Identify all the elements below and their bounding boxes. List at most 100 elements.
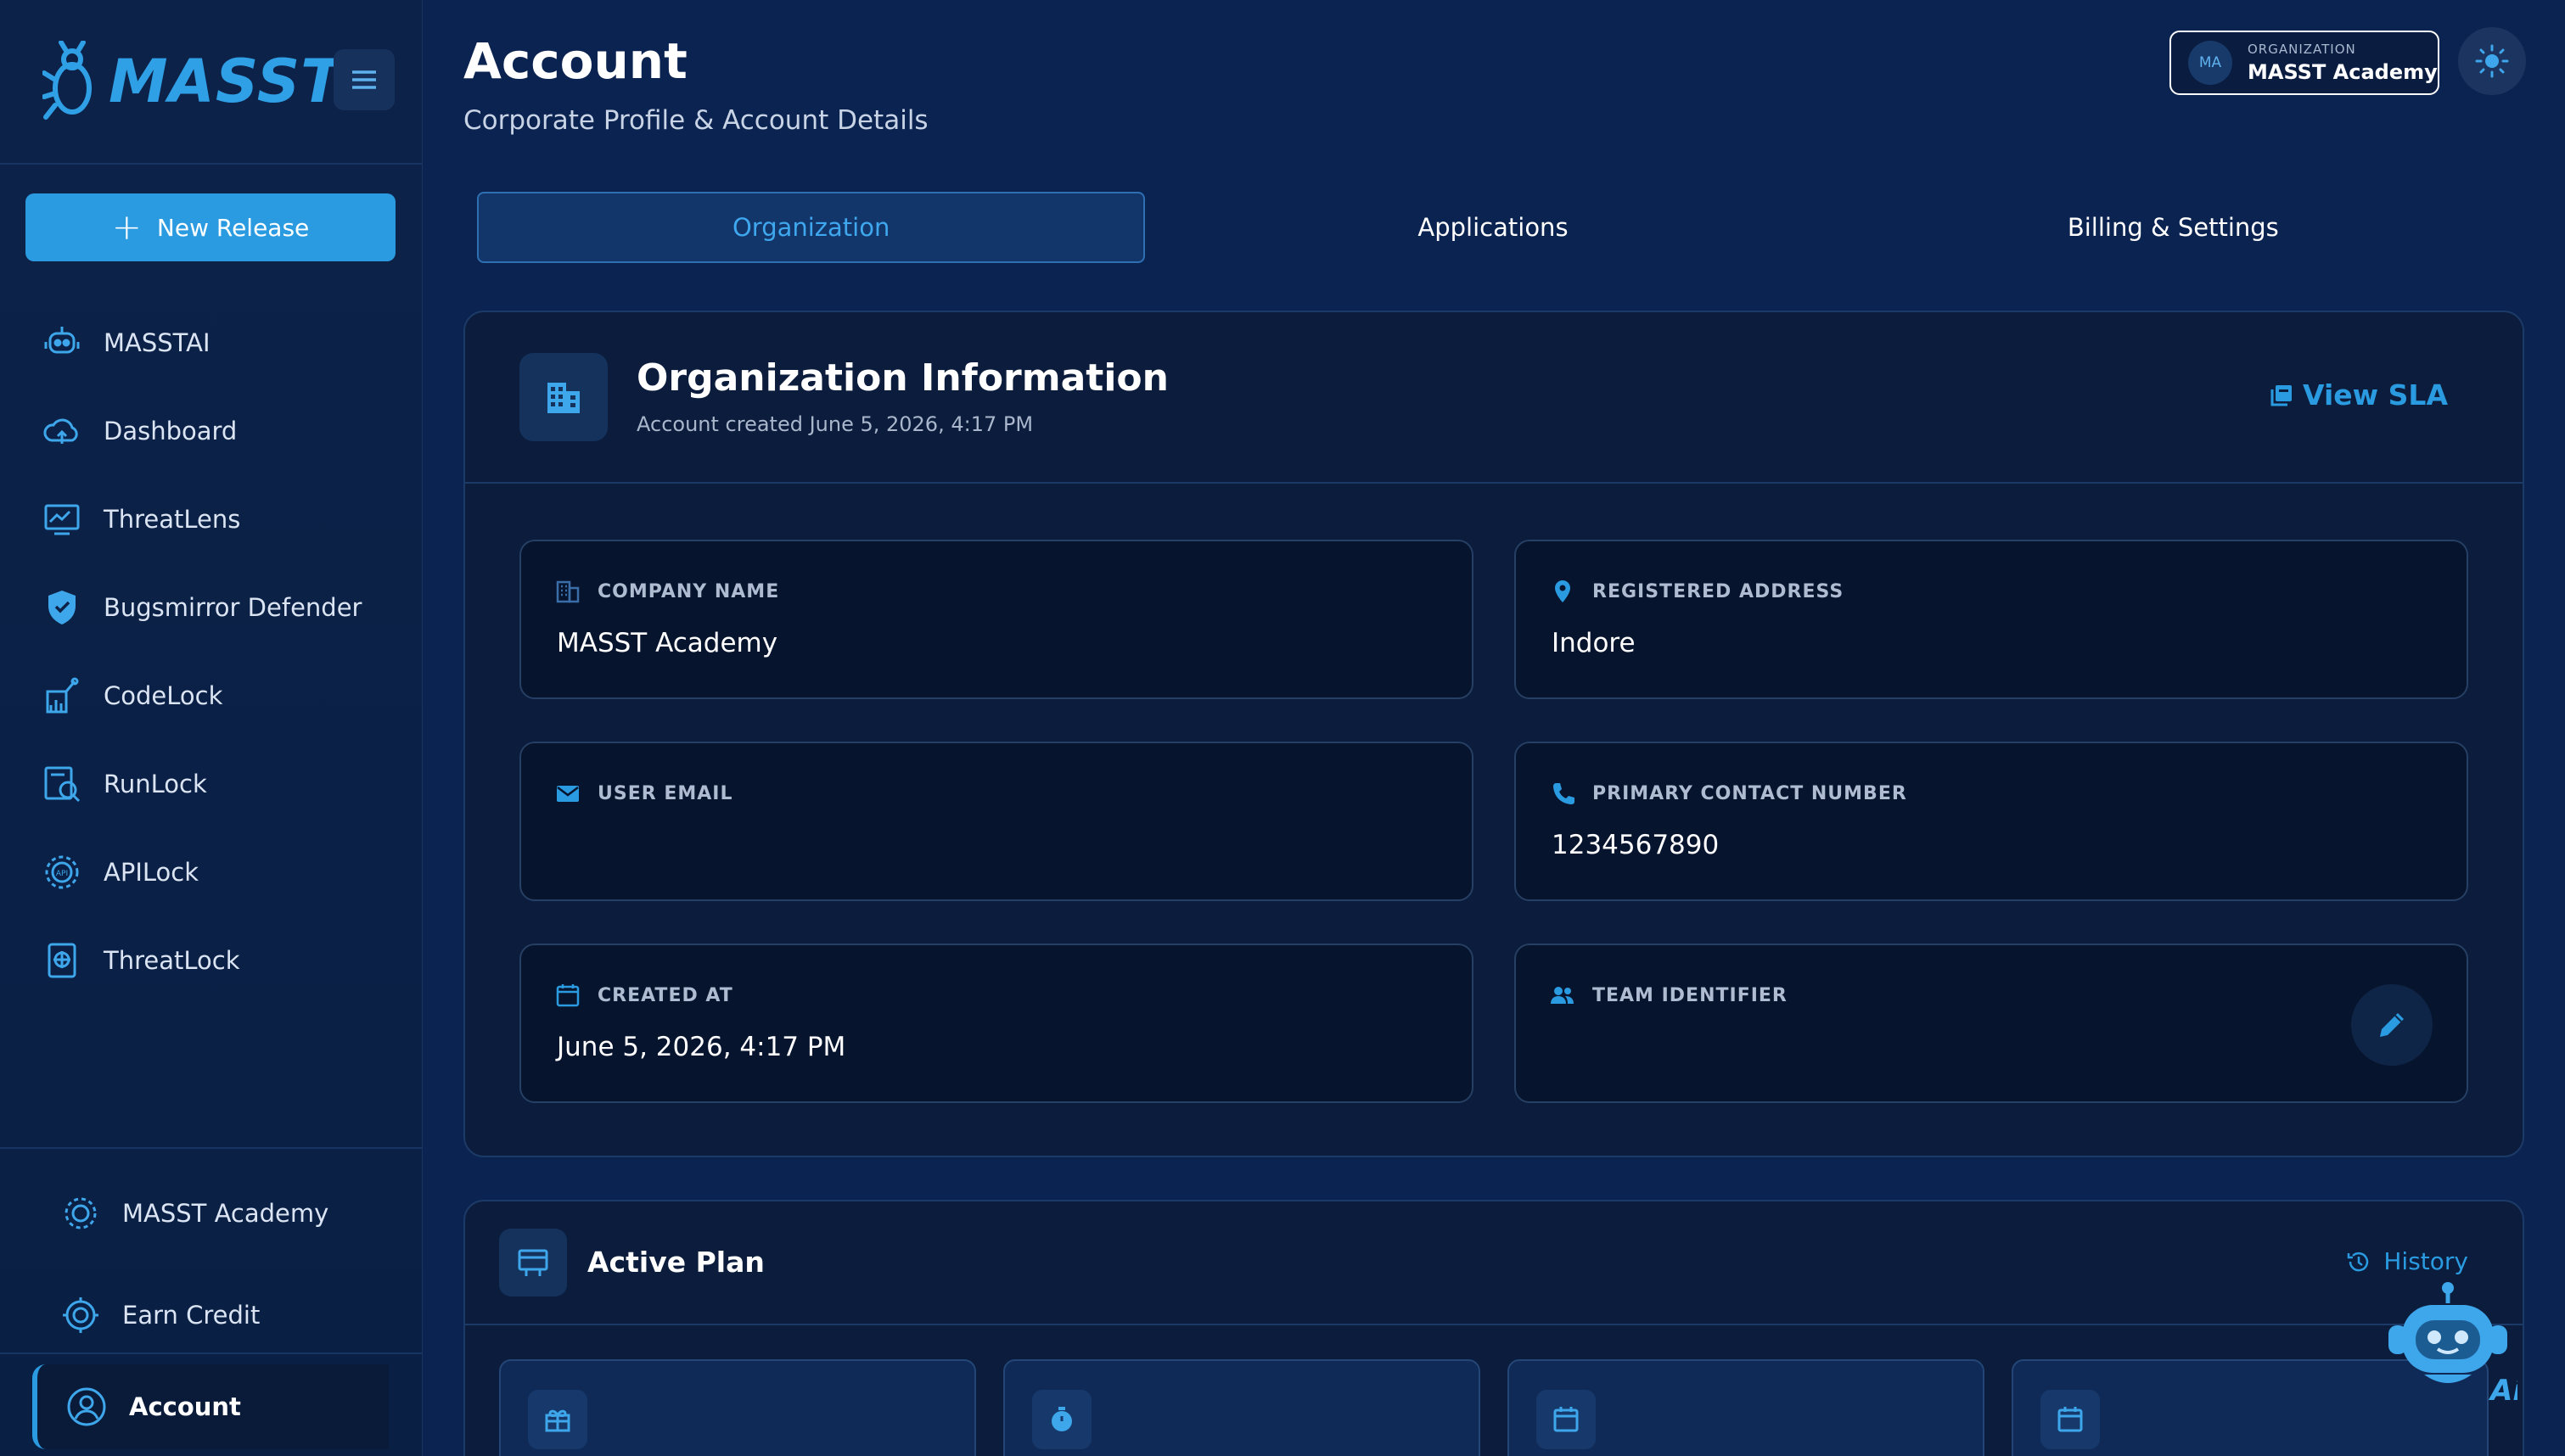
- organization-info-card: Organization Information Account created…: [463, 311, 2524, 1157]
- account-created-text: Account created June 5, 2026, 4:17 PM: [637, 412, 1034, 436]
- edit-team-identifier-button[interactable]: [2351, 984, 2433, 1066]
- plan-tile: [1507, 1359, 1984, 1456]
- page-title: Account: [463, 32, 688, 90]
- new-release-button[interactable]: + New Release: [25, 193, 396, 261]
- plan-title: Active Plan: [587, 1246, 765, 1279]
- company-name-field: COMPANY NAME MASST Academy: [519, 540, 1473, 699]
- location-pin-icon: [1555, 580, 1570, 602]
- field-label: COMPANY NAME: [598, 580, 780, 602]
- tab-applications[interactable]: Applications: [1160, 192, 1825, 263]
- credit-coin-icon: [63, 1297, 98, 1333]
- academy-gear-icon: [65, 1197, 97, 1229]
- sidebar-item-label: CodeLock: [104, 681, 223, 710]
- page-subtitle: Corporate Profile & Account Details: [463, 105, 929, 136]
- ai-assistant-button[interactable]: Ai: [2382, 1281, 2523, 1408]
- card-title: Organization Information: [637, 356, 1169, 400]
- calendar-icon: [556, 984, 580, 1007]
- building-icon: [519, 353, 608, 441]
- mail-icon: [557, 786, 579, 802]
- sidebar-item-label: ThreatLens: [104, 505, 241, 534]
- sidebar-item-masstai[interactable]: MASSTAI: [0, 299, 423, 387]
- plus-icon: +: [111, 206, 142, 248]
- building-icon: [556, 580, 580, 603]
- hamburger-icon: [352, 70, 376, 89]
- sidebar-item-label: Bugsmirror Defender: [104, 593, 362, 622]
- sidebar-item-earn-credit[interactable]: Earn Credit: [0, 1271, 423, 1359]
- field-value: June 5, 2026, 4:17 PM: [557, 1032, 846, 1062]
- sidebar-nav: MASSTAI Dashboard ThreatLens Bugsmirror …: [0, 299, 423, 1005]
- tab-organization[interactable]: Organization: [477, 192, 1146, 263]
- organization-selector[interactable]: MA ORGANIZATION MASST Academy: [2169, 31, 2439, 95]
- sidebar-item-apilock[interactable]: API APILock: [0, 828, 423, 916]
- sun-icon: [2475, 44, 2509, 78]
- history-icon: [2348, 1252, 2369, 1271]
- svg-text:Ai: Ai: [2488, 1374, 2517, 1408]
- code-lock-icon: [46, 677, 79, 714]
- field-value: 1234567890: [1552, 830, 1720, 860]
- sidebar-item-label: Dashboard: [104, 417, 238, 445]
- new-release-label: New Release: [156, 213, 310, 242]
- shield-icon: [48, 591, 76, 624]
- robot-icon: [44, 327, 80, 354]
- view-sla-link[interactable]: View SLA: [2269, 378, 2448, 412]
- brand-header: MASST: [0, 0, 422, 165]
- user-circle-icon: [67, 1387, 106, 1426]
- view-sla-label: View SLA: [2303, 378, 2448, 412]
- history-link[interactable]: History: [2346, 1247, 2468, 1275]
- main-content: Account Corporate Profile & Account Deta…: [423, 0, 2565, 1456]
- account-tabs: Organization Applications Billing & Sett…: [477, 192, 2521, 263]
- sidebar-item-runlock[interactable]: RunLock: [0, 740, 423, 828]
- sidebar-item-masst-academy[interactable]: MASST Academy: [0, 1169, 423, 1257]
- created-at-field: CREATED AT June 5, 2026, 4:17 PM: [519, 944, 1473, 1103]
- team-icon: [1551, 987, 1574, 1004]
- sidebar-item-label: Account: [129, 1392, 241, 1421]
- gift-icon: [528, 1390, 587, 1449]
- org-chip-value: MASST Academy: [2248, 60, 2438, 84]
- divider: [0, 1352, 423, 1354]
- sidebar-item-label: MASSTAI: [104, 328, 210, 357]
- ai-robot-icon: Ai: [2388, 1282, 2523, 1408]
- sidebar-item-bugsmirror-defender[interactable]: Bugsmirror Defender: [0, 563, 423, 652]
- calendar-icon: [1536, 1390, 1596, 1449]
- runtime-icon: [44, 766, 81, 803]
- sidebar: MASST + New Release MASSTAI Dashboard Th…: [0, 0, 423, 1456]
- field-label: USER EMAIL: [598, 782, 733, 804]
- pencil-icon: [2380, 1013, 2404, 1037]
- card-header: Organization Information Account created…: [465, 312, 2523, 484]
- plan-tile: [499, 1359, 976, 1456]
- field-label: TEAM IDENTIFIER: [1592, 984, 1788, 1006]
- field-value: MASST Academy: [557, 628, 778, 658]
- api-gear-icon: API: [45, 855, 79, 889]
- sidebar-item-label: Earn Credit: [122, 1301, 261, 1330]
- plan-tile: [1003, 1359, 1480, 1456]
- bug-logo-icon: [42, 41, 92, 120]
- sidebar-item-label: APILock: [104, 858, 199, 887]
- calendar-icon: [2040, 1390, 2100, 1449]
- sidebar-item-account[interactable]: Account: [32, 1364, 389, 1449]
- sidebar-item-codelock[interactable]: CodeLock: [0, 652, 423, 740]
- field-label: CREATED AT: [598, 984, 733, 1006]
- sidebar-item-threatlock[interactable]: ThreatLock: [0, 916, 423, 1005]
- field-value: Indore: [1552, 628, 1636, 658]
- svg-text:API: API: [56, 870, 68, 878]
- menu-toggle-button[interactable]: [334, 49, 395, 110]
- registered-address-field: REGISTERED ADDRESS Indore: [1514, 540, 2468, 699]
- sidebar-item-threatlens[interactable]: ThreatLens: [0, 475, 423, 563]
- history-label: History: [2383, 1247, 2468, 1275]
- active-plan-card: Active Plan History: [463, 1200, 2524, 1456]
- brand-name: MASST: [109, 47, 342, 116]
- sidebar-item-dashboard[interactable]: Dashboard: [0, 387, 423, 475]
- sidebar-item-label: RunLock: [104, 770, 207, 798]
- tab-billing-settings[interactable]: Billing & Settings: [1841, 192, 2506, 263]
- field-label: REGISTERED ADDRESS: [1592, 580, 1844, 602]
- plan-header: Active Plan History: [465, 1201, 2523, 1325]
- sidebar-item-label: MASST Academy: [122, 1199, 329, 1228]
- monitor-icon: [44, 504, 80, 535]
- threat-document-icon: [48, 943, 76, 978]
- team-identifier-field: TEAM IDENTIFIER: [1514, 944, 2468, 1103]
- avatar: MA: [2188, 41, 2232, 85]
- document-stack-icon: [2270, 384, 2293, 406]
- sidebar-item-label: ThreatLock: [104, 946, 240, 975]
- card-payment-icon: [499, 1229, 567, 1296]
- theme-toggle-button[interactable]: [2458, 27, 2526, 95]
